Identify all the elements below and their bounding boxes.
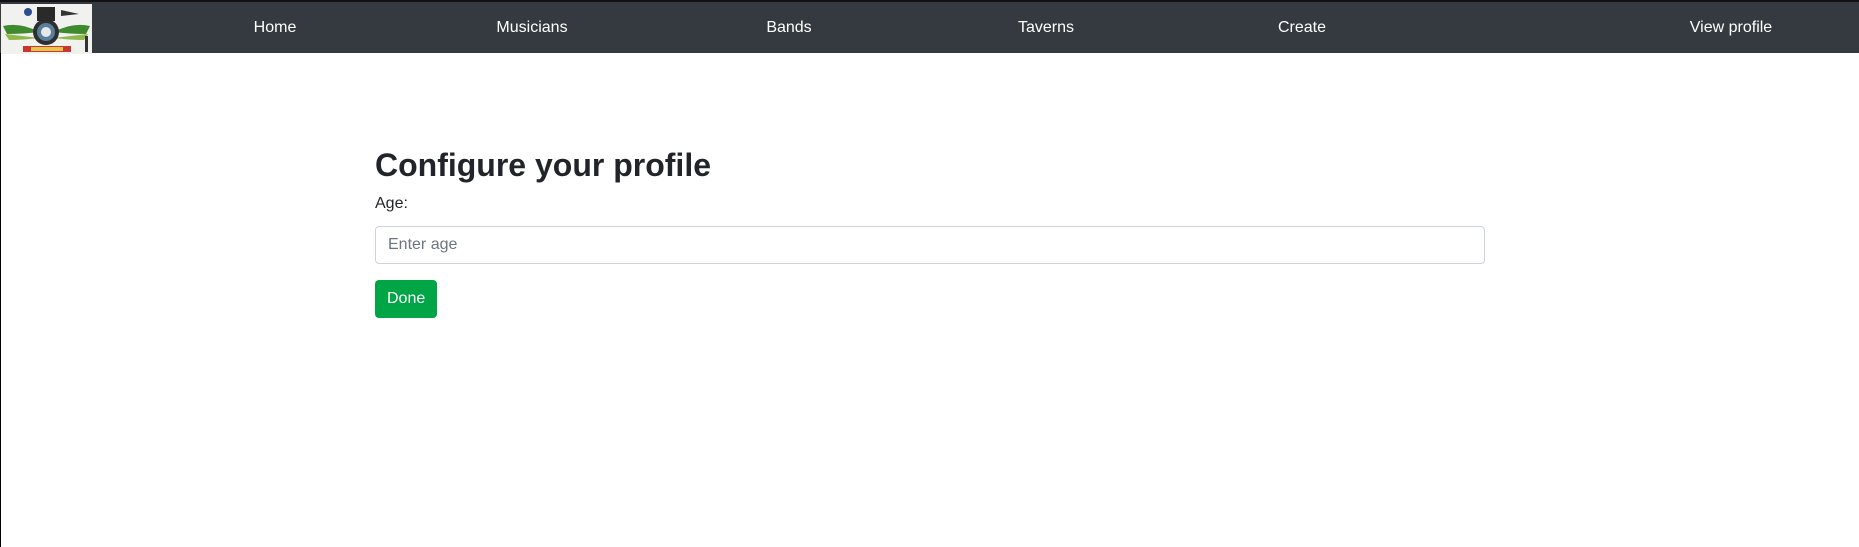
logo-emblem-icon bbox=[1, 4, 92, 54]
navbar: Home Musicians Bands Taverns Create View… bbox=[0, 2, 1859, 54]
page-title: Configure your profile bbox=[375, 147, 711, 183]
nav-create-link[interactable]: Create bbox=[1278, 2, 1326, 53]
age-label: Age: bbox=[375, 195, 408, 212]
age-input[interactable] bbox=[375, 226, 1485, 264]
site-logo[interactable] bbox=[1, 4, 92, 54]
nav-home-link[interactable]: Home bbox=[254, 2, 297, 53]
nav-bands-link[interactable]: Bands bbox=[766, 2, 811, 53]
nav-musicians-link[interactable]: Musicians bbox=[496, 2, 567, 53]
nav-taverns-link[interactable]: Taverns bbox=[1018, 2, 1074, 53]
done-button[interactable]: Done bbox=[375, 280, 438, 318]
nav-view-profile-link[interactable]: View profile bbox=[1690, 2, 1772, 53]
profile-config-form: Configure your profile Age: Done bbox=[375, 145, 1485, 318]
